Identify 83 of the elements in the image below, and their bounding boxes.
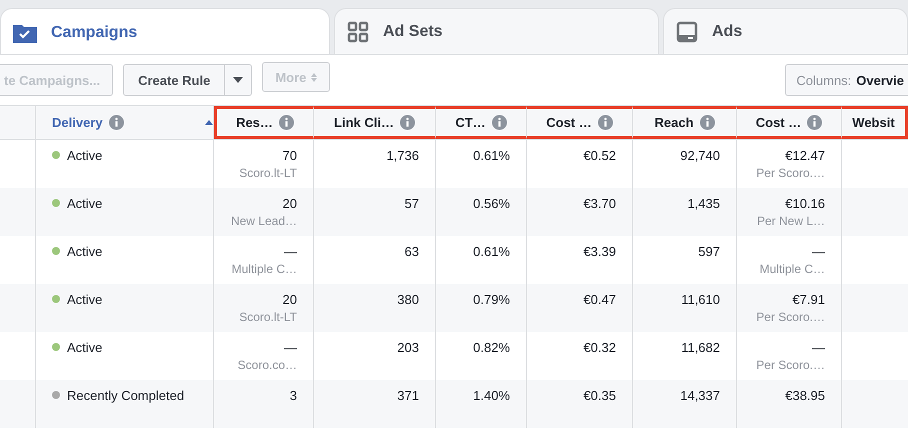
sort-ascending-icon[interactable]: [205, 120, 213, 125]
dropdown-button[interactable]: [225, 64, 252, 96]
columns-button[interactable]: Columns: Overvie: [785, 64, 908, 96]
table-cell: €0.32: [583, 340, 616, 355]
table-cell: —: [284, 244, 297, 259]
cell-caption: Per Scoro.…: [756, 358, 825, 372]
cell-caption: Scoro.lt-LT: [239, 166, 297, 180]
cell-caption: Multiple C…: [760, 262, 825, 276]
table-row[interactable]: Recently Completed 3 371 1.40% €0.35 14,337 €38.95: [0, 380, 908, 428]
table-cell: 11,610: [681, 292, 720, 307]
table-cell: €7.91: [792, 292, 825, 307]
folder-check-icon: [13, 22, 37, 42]
table-cell: 203: [397, 340, 419, 355]
info-icon[interactable]: [278, 115, 294, 130]
tab[interactable]: Campaigns: [0, 8, 330, 54]
column-label: Cost …: [546, 115, 592, 130]
cell-caption: Per Scoro.…: [756, 166, 825, 180]
sort-icon: [311, 72, 318, 82]
table-cell: 57: [404, 196, 419, 211]
info-icon[interactable]: [598, 115, 613, 130]
delivery-status: Active: [67, 148, 102, 163]
cell-caption: Per Scoro.…: [756, 310, 825, 324]
table-cell: 1,435: [687, 196, 720, 211]
delivery-status: Active: [67, 196, 102, 211]
cell-caption: Per New L…: [756, 214, 825, 228]
toolbar-button[interactable]: Create Rule: [123, 64, 226, 96]
cell-caption: Multiple C…: [232, 262, 297, 276]
table-cell: 1,736: [386, 148, 419, 163]
table-cell: 371: [397, 388, 419, 403]
table-cell: €0.35: [583, 388, 616, 403]
column-header[interactable]: Delivery: [36, 106, 214, 139]
table-cell: €38.95: [785, 388, 825, 403]
table-cell: €0.47: [583, 292, 616, 307]
column-label: Websit: [852, 115, 895, 130]
delivery-status: Active: [67, 292, 102, 307]
table-cell: 1.40%: [473, 388, 510, 403]
cell-caption: New Lead…: [230, 214, 297, 228]
column-label: Link Cli…: [334, 115, 394, 130]
table-cell: —: [284, 340, 297, 355]
table-row[interactable]: Active 20 Scoro.lt-LT 380 0.79% €0.47 11,610 €7.91 Per Scoro.…: [0, 284, 908, 332]
screen-icon: [676, 20, 698, 42]
column-label: Delivery: [52, 115, 103, 130]
table-cell: 0.61%: [473, 244, 510, 259]
table-cell: 597: [698, 244, 720, 259]
tab[interactable]: Ad Sets: [334, 8, 659, 54]
table-cell: €12.47: [785, 148, 825, 163]
table-cell: 20: [282, 292, 297, 307]
table-cell: 70: [282, 148, 297, 163]
column-label: CT…: [455, 115, 486, 130]
table-cell: 14,337: [680, 388, 720, 403]
table-cell: 0.79%: [473, 292, 510, 307]
info-icon[interactable]: [400, 115, 415, 130]
table-cell: 63: [404, 244, 419, 259]
table-cell: 11,682: [681, 340, 720, 355]
delivery-status: Recently Completed: [67, 388, 184, 403]
column-label: Res…: [236, 115, 273, 130]
table-cell: —: [812, 340, 825, 355]
info-icon[interactable]: [807, 115, 822, 130]
table-cell: €3.70: [583, 196, 616, 211]
info-icon[interactable]: [492, 115, 507, 130]
info-icon[interactable]: [700, 115, 715, 130]
column-label: Reach: [654, 115, 694, 130]
tab[interactable]: Ads: [663, 8, 908, 54]
table-cell: 0.82%: [473, 340, 510, 355]
info-icon[interactable]: [108, 115, 124, 130]
table-cell: 380: [397, 292, 419, 307]
delivery-status: Active: [67, 244, 102, 259]
grid-icon: [347, 20, 369, 42]
table-cell: 0.61%: [473, 148, 510, 163]
table-row[interactable]: Active 20 New Lead… 57 0.56% €3.70 1,435 €10.16 Per New L…: [0, 188, 908, 236]
delivery-status: Active: [67, 340, 102, 355]
table-cell: €10.16: [785, 196, 825, 211]
table-cell: 0.56%: [473, 196, 510, 211]
cell-caption: Scoro.lt-LT: [239, 310, 297, 324]
cell-caption: Scoro.co…: [238, 358, 297, 372]
table-cell: €3.39: [583, 244, 616, 259]
column-label: Cost …: [756, 115, 802, 130]
table-cell: 20: [282, 196, 297, 211]
table-cell: €0.52: [583, 148, 616, 163]
table-cell: 3: [290, 388, 297, 403]
table-cell: 92,740: [680, 148, 720, 163]
caret-icon: [233, 77, 244, 83]
table-cell: —: [812, 244, 825, 259]
